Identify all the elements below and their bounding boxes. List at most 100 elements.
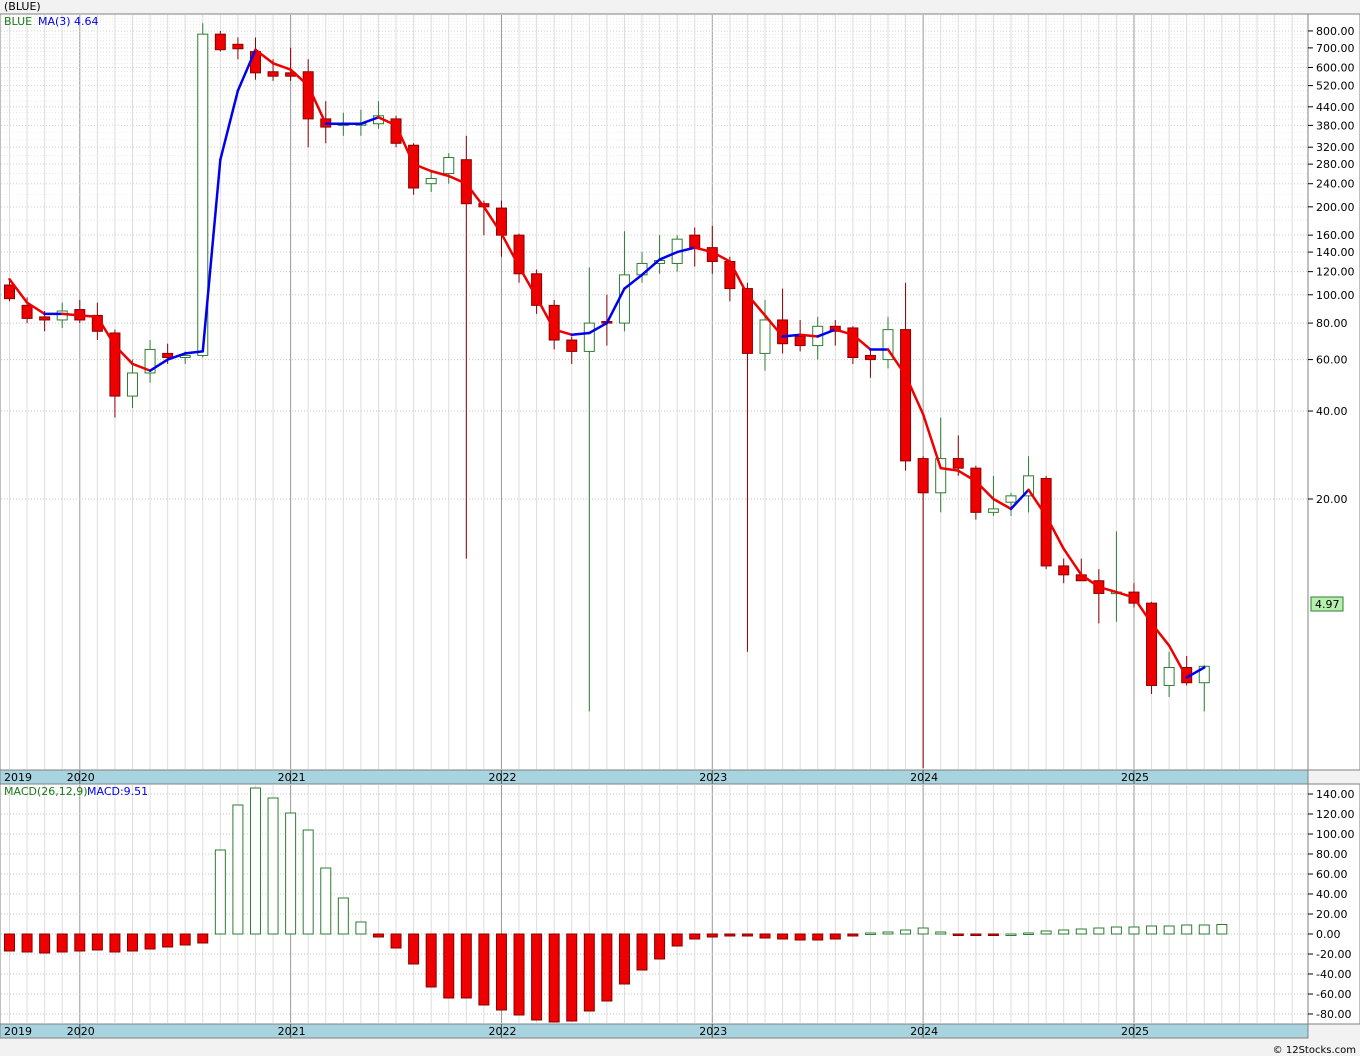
macd-bar-positive [1093, 927, 1105, 935]
macd-bar-negative [495, 933, 507, 1011]
macd-bar-negative [829, 933, 841, 940]
macd-bar-negative [566, 933, 578, 1022]
candle-body [794, 335, 806, 347]
ma-segment [78, 314, 99, 319]
macd-bar-positive [320, 867, 332, 935]
macd-bar-positive [1110, 926, 1122, 935]
macd-legend: MACD(26,12,9) MACD:9.51 [4, 785, 148, 798]
price-tick-label: 700.00 [1316, 42, 1355, 55]
macd-tick-label: 100.00 [1316, 828, 1355, 841]
x-year-label: 2024 [910, 1025, 938, 1038]
candle-body [267, 71, 279, 77]
macd-bar-positive [267, 797, 279, 935]
price-tick-label: 160.00 [1316, 229, 1355, 242]
legend-macd-value: MACD:9.51 [87, 785, 148, 798]
ma-segment [60, 312, 82, 317]
macd-bar-negative [39, 933, 51, 954]
macd-bar-positive [917, 927, 929, 935]
macd-bar-negative [390, 933, 402, 949]
macd-bar-negative [443, 933, 455, 999]
x-year-label: 2020 [67, 1025, 95, 1038]
x-year-label: 2023 [699, 771, 727, 784]
macd-bar-negative [74, 933, 86, 952]
candle-body [566, 339, 578, 352]
macd-bar-positive [232, 804, 244, 935]
ma-segment [798, 333, 819, 338]
candle-down [1146, 601, 1158, 695]
candle-body [214, 33, 226, 51]
ma-segment [570, 331, 591, 336]
price-tick-label: 280.00 [1316, 158, 1355, 171]
candle-body [917, 458, 929, 494]
macd-bar-negative [197, 933, 209, 944]
candle-body [1005, 495, 1017, 503]
macd-bar-positive [302, 829, 314, 935]
macd-bar-negative [671, 933, 683, 947]
price-tick-label: 520.00 [1316, 80, 1355, 93]
macd-bar-negative [794, 933, 806, 941]
x-year-label: 2020 [67, 771, 95, 784]
candle-body [900, 329, 912, 462]
x-year-label: 2021 [278, 771, 306, 784]
macd-bar-positive [1075, 928, 1087, 935]
candle-down [408, 143, 420, 195]
price-tick-label: 600.00 [1316, 61, 1355, 74]
macd-bar-positive [1181, 924, 1193, 935]
candle-body [952, 458, 964, 469]
macd-bar-positive [1146, 925, 1158, 935]
macd-bar-negative [478, 933, 490, 1006]
macd-bar-negative [179, 933, 191, 946]
x-axis-band-top [0, 769, 1309, 785]
price-tick-label: 240.00 [1316, 178, 1355, 191]
macd-bar-negative [741, 933, 753, 937]
site-credit: © 12Stocks.com [1272, 1045, 1356, 1056]
macd-bar-positive [249, 787, 261, 935]
candle-body [618, 274, 630, 324]
macd-bar-negative [759, 933, 771, 939]
candle-body [1163, 666, 1175, 686]
candle-body [583, 322, 595, 352]
macd-bar-negative [847, 933, 859, 937]
macd-tick-label: -60.00 [1316, 988, 1351, 1001]
macd-bar-negative [689, 933, 701, 940]
candle-body [232, 43, 244, 50]
candle-body [443, 157, 455, 175]
macd-bar-positive [1040, 930, 1052, 935]
price-tick-label: 320.00 [1316, 141, 1355, 154]
macd-bar-negative [812, 933, 824, 941]
macd-bar-positive [1163, 925, 1175, 935]
price-tick-label: 40.00 [1316, 405, 1348, 418]
price-legend: BLUE MA(3) 4.64 [4, 15, 99, 28]
macd-bar-negative [425, 933, 437, 988]
candle-body [39, 316, 51, 321]
macd-bar-negative [583, 933, 595, 1012]
macd-bar-positive [337, 897, 349, 935]
macd-bar-negative [21, 933, 33, 953]
macd-bar-negative [724, 933, 736, 937]
macd-bar-positive [864, 932, 876, 935]
macd-bar-positive [882, 931, 894, 935]
last-price-label: 4.97 [1315, 598, 1340, 611]
candle-body [970, 467, 982, 513]
price-tick-label: 440.00 [1316, 101, 1355, 114]
x-year-label: 2023 [699, 1025, 727, 1038]
macd-bar-positive [1216, 924, 1228, 935]
macd-bar-negative [618, 933, 630, 985]
price-tick-label: 200.00 [1316, 201, 1355, 214]
macd-bar-negative [987, 933, 999, 936]
price-tick-label: 380.00 [1316, 119, 1355, 132]
macd-bar-positive [1005, 933, 1017, 936]
x-year-label: 2025 [1121, 771, 1149, 784]
macd-bar-positive [355, 921, 367, 935]
macd-tick-label: 20.00 [1316, 908, 1348, 921]
x-year-label: 2024 [910, 771, 938, 784]
candle-body [109, 332, 121, 397]
macd-tick-label: 0.00 [1316, 928, 1341, 941]
candle-body [847, 327, 859, 358]
macd-bar-negative [4, 933, 15, 952]
price-tick-label: 20.00 [1316, 493, 1348, 506]
legend-symbol: BLUE [4, 15, 32, 28]
macd-bar-negative [460, 933, 472, 999]
macd-tick-label: 40.00 [1316, 888, 1348, 901]
macd-bar-negative [56, 933, 68, 953]
